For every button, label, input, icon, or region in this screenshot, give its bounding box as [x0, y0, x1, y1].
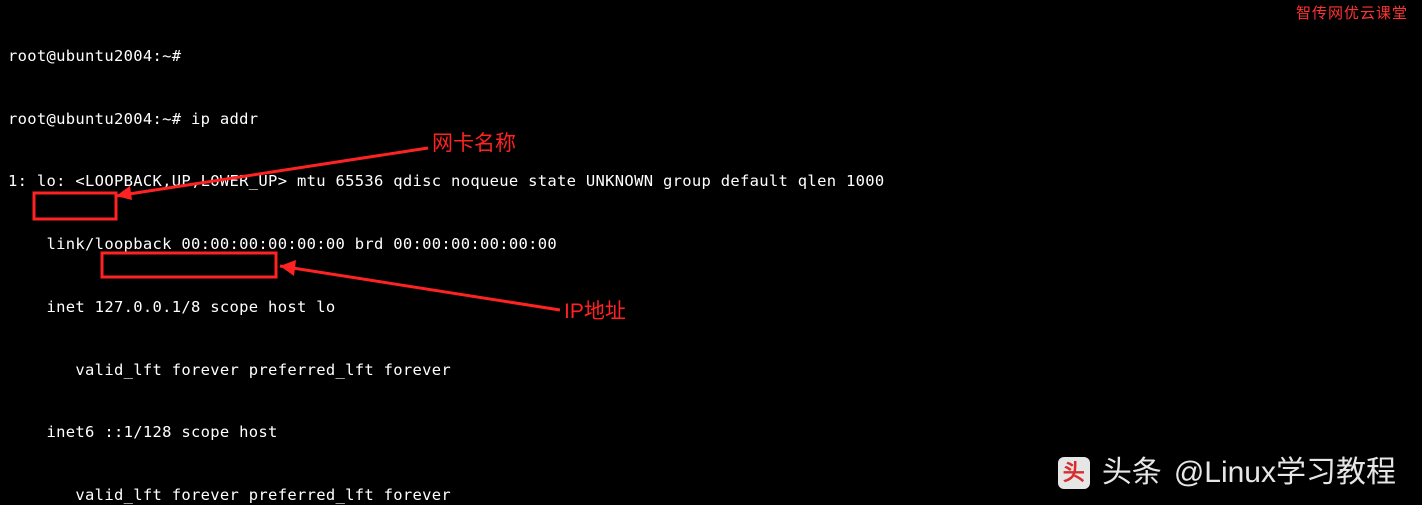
watermark-handle: @Linux学习教程 [1174, 453, 1396, 494]
terminal-output[interactable]: root@ubuntu2004:~# root@ubuntu2004:~# ip… [0, 0, 1422, 505]
prompt-line: root@ubuntu2004:~# [8, 46, 1414, 67]
output-line: inet 127.0.0.1/8 scope host lo [8, 297, 1414, 318]
output-line: inet6 ::1/128 scope host [8, 422, 1414, 443]
output-line: valid_lft forever preferred_lft forever [8, 360, 1414, 381]
toutiao-icon: 头 [1058, 457, 1090, 489]
watermark-prefix: 头条 [1102, 453, 1162, 494]
output-line: link/loopback 00:00:00:00:00:00 brd 00:0… [8, 234, 1414, 255]
command-line: root@ubuntu2004:~# ip addr [8, 109, 1414, 130]
output-line: 1: lo: <LOOPBACK,UP,LOWER_UP> mtu 65536 … [8, 171, 1414, 192]
watermark-bottom: 头 头条 @Linux学习教程 [1058, 453, 1396, 494]
watermark-top: 智传网优云课堂 [1296, 4, 1408, 24]
